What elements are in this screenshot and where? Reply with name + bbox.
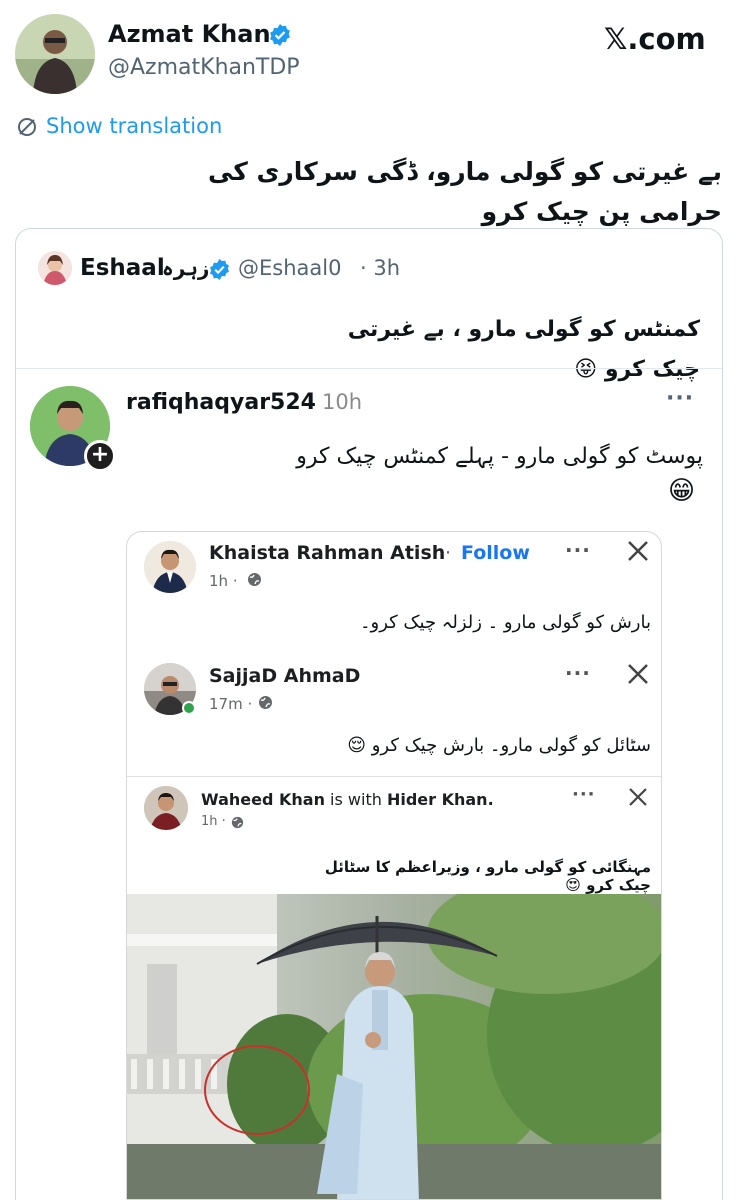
fb-post2-globe-icon [258, 695, 273, 714]
fb-post3-avatar[interactable] [144, 786, 188, 830]
author-name[interactable]: Azmat Khan [108, 20, 271, 48]
fb-post3-close-icon[interactable] [627, 786, 649, 812]
translate-icon [16, 116, 38, 142]
x-brand-logo: 𝕏.com [604, 22, 706, 56]
fb-post2-close-icon[interactable] [625, 661, 651, 691]
quote-verified-badge-icon [208, 258, 231, 285]
fb-post3-header: Waheed Khan is with Hider Khan. [201, 790, 494, 809]
quote-text-body: کمنٹس کو گولی مارو ، بے غیرتی چیک کرو [347, 317, 700, 382]
quote-timestamp[interactable]: · 3h [360, 256, 400, 280]
quote-avatar[interactable] [38, 251, 72, 285]
quote-author-name[interactable]: Eshaal [80, 255, 165, 281]
quote-author-handle[interactable]: @Eshaal0 [238, 256, 341, 280]
fb-post2-text-body: سٹائل کو گولی مارو۔ بارش چیک کرو [371, 735, 651, 756]
show-translation-link[interactable]: Show translation [46, 114, 222, 138]
fb-post1-follow-button[interactable]: Follow [461, 542, 530, 564]
quote-divider [16, 368, 722, 369]
verified-badge-icon [268, 23, 292, 51]
fb-post1-author[interactable]: Khaista Rahman Atish [209, 542, 445, 564]
quote-emoji: 😝 [574, 357, 598, 382]
fb-post1-close-icon[interactable] [625, 538, 651, 568]
fb-post3-more-icon[interactable]: ··· [572, 784, 596, 805]
fb-post3-with-text: is with [324, 790, 387, 809]
reply-emoji: 😁 [668, 476, 696, 506]
fb-post1-avatar[interactable] [144, 541, 196, 593]
fb-post3-divider [127, 776, 661, 777]
fb-post2-author[interactable]: SajjaD AhmaD [209, 665, 360, 687]
fb-post2-more-icon[interactable]: ··· [565, 661, 591, 685]
quote-text: کمنٹس کو گولی مارو ، بے غیرتی چیک کرو 😝 [330, 310, 700, 390]
fb-post1-more-icon[interactable]: ··· [565, 538, 591, 562]
author-handle[interactable]: @AzmatKhanTDP [108, 55, 300, 80]
fb-post3-time: 1h · [201, 814, 226, 829]
fb-post3-globe-icon [231, 814, 244, 833]
fb-post1-separator: · [445, 542, 452, 564]
fb-post3-text: مہنگائی کو گولی مارو ، وزیراعظم کا سٹائل… [317, 858, 651, 894]
quote-author-name-urdu: زہرہ [162, 256, 210, 280]
fb-screenshot: Khaista Rahman Atish · Follow ··· 1h · ب… [126, 531, 662, 1200]
fb-post2-emoji: 😌 [347, 735, 366, 756]
fb-post2-online-indicator [182, 701, 196, 715]
fb-post3-tagged-user[interactable]: Hider Khan. [387, 790, 494, 809]
fb-post1-text: بارش کو گولی مارو ۔ زلزلہ چیک کرو۔ [359, 612, 651, 633]
fb-post3-photo[interactable] [127, 894, 661, 1199]
tweet-text: بے غیرتی کو گولی مارو، ڈگی سرکاری کی حرا… [207, 157, 722, 226]
follow-plus-button[interactable]: + [84, 440, 116, 472]
fb-post2-time: 17m · [209, 695, 253, 713]
fb-post3-emoji: 😍 [565, 876, 581, 894]
reply-more-options-icon[interactable]: ··· [666, 386, 694, 411]
fb-post2-text: سٹائل کو گولی مارو۔ بارش چیک کرو 😌 [277, 735, 651, 756]
reply-text: پوسٹ کو گولی مارو - پہلے کمنٹس چیک کرو [296, 444, 703, 469]
author-avatar[interactable] [15, 14, 95, 94]
fb-post3-text-body: مہنگائی کو گولی مارو ، وزیراعظم کا سٹائل… [324, 858, 651, 894]
fb-post3-author[interactable]: Waheed Khan [201, 790, 325, 809]
fb-post1-globe-icon [247, 572, 262, 591]
reply-timestamp: 10h [322, 390, 363, 414]
fb-post1-time: 1h · [209, 572, 238, 590]
reply-username[interactable]: rafiqhaqyar524 [126, 390, 316, 415]
